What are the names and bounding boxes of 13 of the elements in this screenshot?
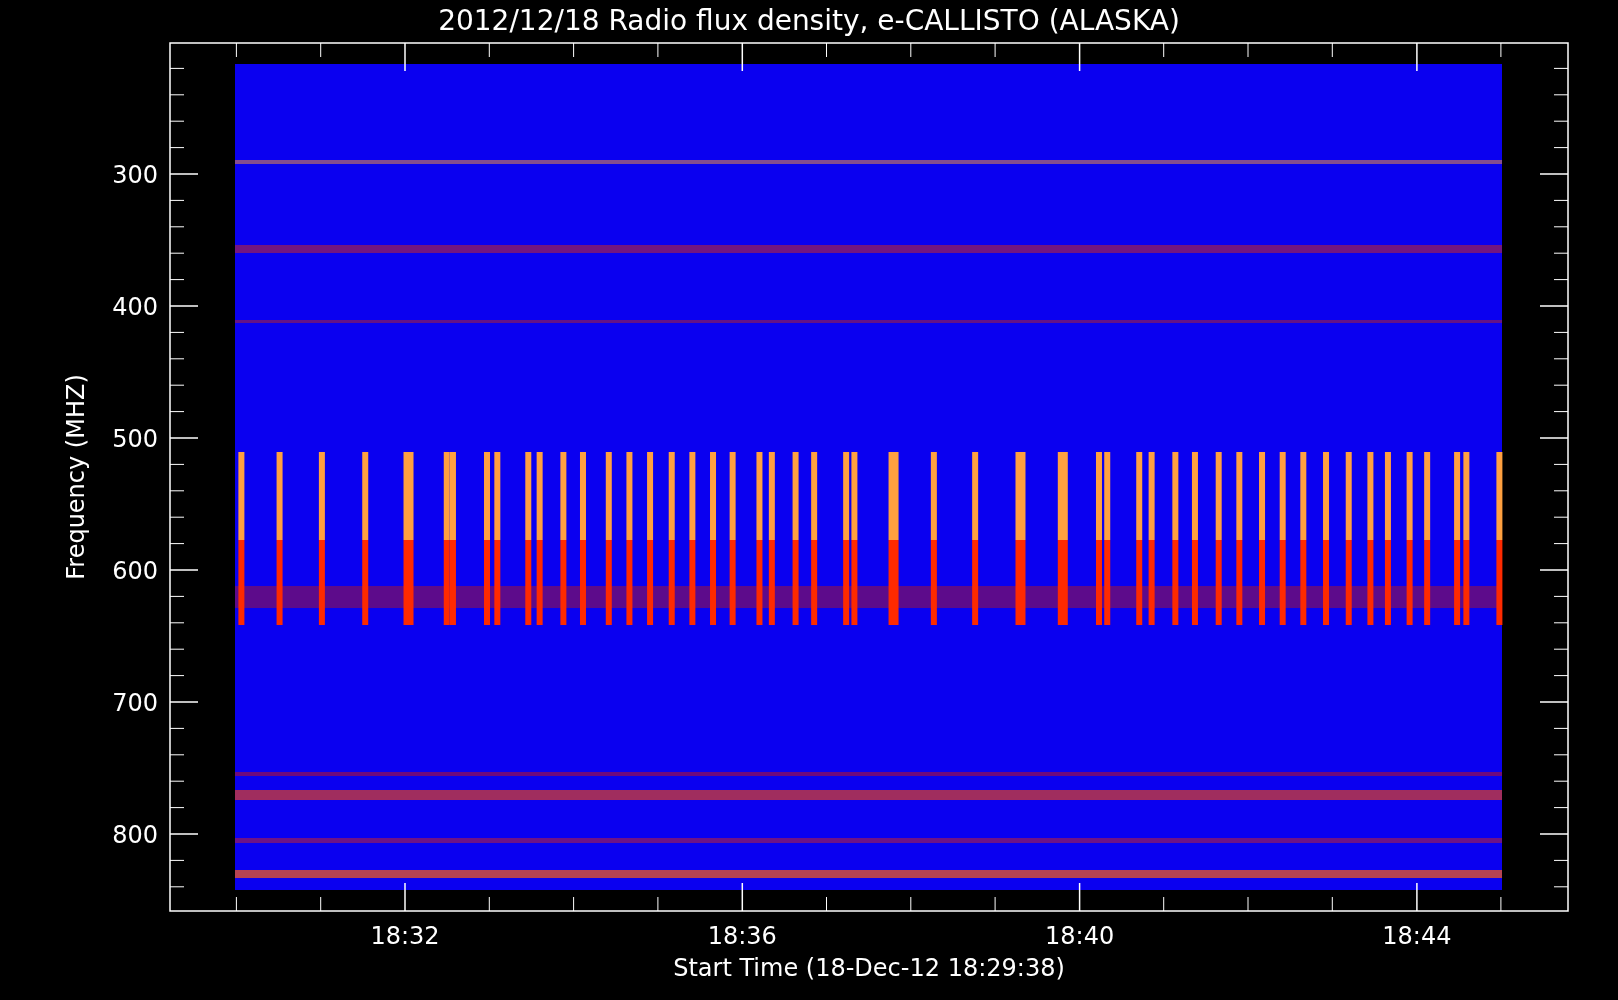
y-tick-label: 800 <box>112 821 158 849</box>
y-axis-label: Frequency (MHZ) <box>62 374 90 580</box>
x-tick-label: 18:32 <box>370 922 440 950</box>
y-tick-label: 500 <box>112 425 158 453</box>
x-tick-label: 18:40 <box>1045 922 1115 950</box>
y-tick-label: 700 <box>112 689 158 717</box>
y-tick-label: 300 <box>112 161 158 189</box>
x-axis-label: Start Time (18-Dec-12 18:29:38) <box>673 954 1065 982</box>
y-tick-label: 400 <box>112 293 158 321</box>
y-tick-label: 600 <box>112 557 158 585</box>
x-tick-label: 18:44 <box>1382 922 1452 950</box>
x-tick-label: 18:36 <box>707 922 777 950</box>
chart-title: 2012/12/18 Radio flux density, e-CALLISTO (ALASKA) <box>438 4 1180 37</box>
